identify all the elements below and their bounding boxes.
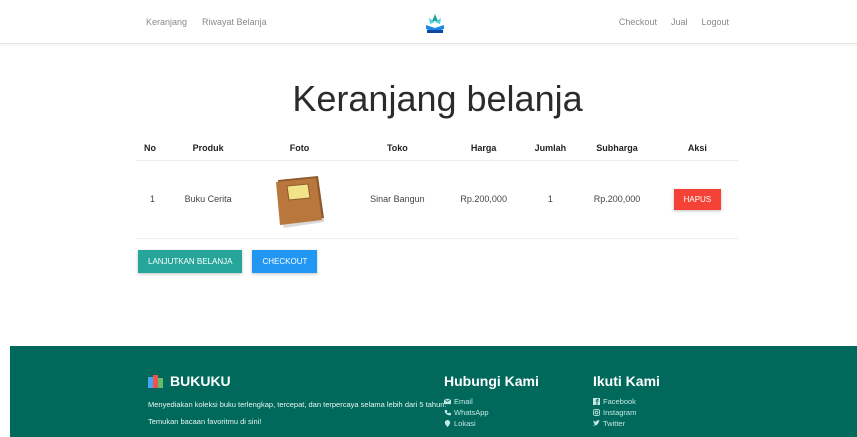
cell-harga: Rp.200,000 — [443, 159, 524, 239]
twitter-icon — [593, 420, 600, 426]
map-pin-icon — [444, 420, 451, 427]
navbar: Keranjang Riwayat Belanja Checkout Jual … — [0, 0, 857, 44]
footer-follow-list: Facebook Instagram Twitter — [593, 396, 636, 429]
footer-follow-facebook[interactable]: Facebook — [593, 396, 636, 407]
footer-contact-list: Email WhatsApp Lokasi — [444, 396, 489, 429]
footer-follow-label: Instagram — [603, 408, 637, 417]
footer-contact-email[interactable]: Email — [444, 396, 489, 407]
cell-no: 1 — [136, 159, 168, 239]
books-icon — [148, 375, 163, 388]
nav-right: Checkout Jual Logout — [619, 17, 729, 27]
column-header-produk: Produk — [192, 142, 224, 153]
book-image — [275, 176, 324, 228]
footer-follow-title: Ikuti Kami — [593, 373, 660, 389]
footer-contact-lokasi[interactable]: Lokasi — [444, 418, 489, 429]
column-header-foto: Foto — [289, 142, 310, 153]
nav-link-checkout[interactable]: Checkout — [619, 17, 657, 27]
instagram-icon — [593, 409, 600, 416]
column-header-aksi: Aksi — [687, 142, 707, 153]
table-row: 1 Buku Cerita Sinar Bangun Rp.200,000 1 … — [136, 159, 738, 239]
cart-header-row: No Produk Foto Toko Harga Jumlah Subharg… — [136, 136, 738, 160]
footer-contact-whatsapp[interactable]: WhatsApp — [444, 407, 489, 418]
footer-follow-instagram[interactable]: Instagram — [593, 407, 636, 418]
footer-contact-label: Lokasi — [454, 419, 476, 428]
footer: BUKUKU Menyediakan koleksi buku terlengk… — [10, 346, 857, 437]
phone-icon — [444, 409, 451, 416]
nav-link-jual[interactable]: Jual — [671, 17, 688, 27]
column-header-no: No — [144, 142, 156, 153]
nav-link-logout[interactable]: Logout — [701, 17, 729, 27]
nav-link-keranjang[interactable]: Keranjang — [146, 17, 187, 27]
checkout-button[interactable]: CHECKOUT — [252, 250, 318, 273]
footer-follow-twitter[interactable]: Twitter — [593, 418, 636, 429]
column-header-subharga: Subharga — [596, 142, 638, 153]
footer-brand-name: BUKUKU — [170, 373, 231, 389]
footer-brand: BUKUKU — [148, 373, 231, 389]
cell-foto — [248, 159, 351, 239]
cell-aksi: HAPUS — [656, 159, 738, 239]
footer-contact-label: Email — [454, 397, 473, 406]
nav-left: Keranjang Riwayat Belanja — [146, 17, 267, 27]
lanjutkan-belanja-button[interactable]: LANJUTKAN BELANJA — [138, 250, 243, 273]
footer-follow-label: Facebook — [603, 397, 636, 406]
page-title: Keranjang belanja — [292, 78, 583, 119]
facebook-icon — [593, 398, 600, 405]
column-header-toko: Toko — [386, 142, 408, 153]
nav-link-riwayat-belanja[interactable]: Riwayat Belanja — [202, 17, 267, 27]
footer-contact-label: WhatsApp — [454, 408, 489, 417]
column-header-harga: Harga — [470, 142, 497, 153]
cell-subharga: Rp.200,000 — [577, 159, 657, 239]
cell-toko: Sinar Bangun — [350, 159, 444, 239]
hapus-button[interactable]: HAPUS — [673, 188, 722, 210]
bukuku-logo-icon[interactable] — [424, 12, 446, 34]
cart-table: No Produk Foto Toko Harga Jumlah Subharg… — [136, 136, 738, 239]
footer-follow-label: Twitter — [603, 419, 626, 428]
footer-description: Menyediakan koleksi buku terlengkap, ter… — [148, 400, 447, 426]
email-icon — [444, 398, 451, 405]
cell-jumlah: 1 — [523, 159, 578, 239]
footer-contact-title: Hubungi Kami — [444, 373, 539, 389]
column-header-jumlah: Jumlah — [534, 142, 567, 153]
cell-produk: Buku Cerita — [168, 159, 249, 239]
cart-actions: LANJUTKAN BELANJA CHECKOUT — [138, 250, 318, 273]
